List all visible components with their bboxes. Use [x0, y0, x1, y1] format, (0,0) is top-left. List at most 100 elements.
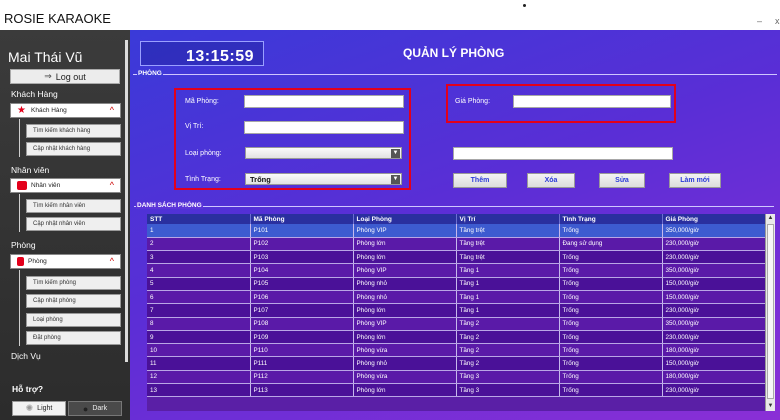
table-cell: Tầng 2 — [456, 343, 560, 358]
reset-button[interactable]: Làm mới — [669, 173, 721, 188]
sidebar-item-rooms[interactable]: Phòng ^ — [10, 254, 121, 269]
room-table-container: STT Mã Phòng Loại Phòng Vị Trí Tình Trạn… — [147, 214, 775, 411]
edit-button[interactable]: Sửa — [599, 173, 645, 188]
table-cell: Trống — [559, 330, 663, 345]
chevron-down-icon[interactable]: ▼ — [391, 149, 400, 158]
sidebar-item-update-rooms[interactable]: Cập nhật phòng — [26, 294, 121, 308]
minimize-button[interactable]: – — [757, 16, 762, 26]
table-cell: P103 — [250, 250, 354, 265]
sidebar-item-label: Phòng — [28, 258, 47, 265]
sidebar-item-room-types[interactable]: Loại phòng — [26, 313, 121, 327]
table-row[interactable]: 9 P109 Phòng lớn Tầng 2 Trống 230,000/giờ — [147, 330, 766, 345]
tree-line — [19, 194, 20, 232]
table-cell: 150,000/giờ — [662, 290, 766, 305]
column-header[interactable]: STT — [147, 214, 251, 224]
sidebar-item-search-rooms[interactable]: Tìm kiếm phòng — [26, 276, 121, 290]
table-row[interactable]: 7 P107 Phòng lớn Tầng 1 Trống 230,000/giờ — [147, 303, 766, 318]
clock-display: 13:15:59 — [140, 41, 264, 66]
table-cell: 2 — [147, 237, 251, 252]
column-header[interactable]: Giá Phòng — [662, 214, 766, 224]
table-header-row: STT Mã Phòng Loại Phòng Vị Trí Tình Trạn… — [147, 214, 766, 224]
add-button[interactable]: Thêm — [453, 173, 507, 188]
delete-button[interactable]: Xóa — [527, 173, 575, 188]
column-header[interactable]: Loại Phòng — [353, 214, 457, 224]
chevron-up-icon[interactable]: ^ — [110, 105, 114, 115]
camera-dot-icon — [523, 4, 526, 7]
status-value: Trống — [250, 175, 271, 184]
sidebar-item-search-staff[interactable]: Tìm kiếm nhân viên — [26, 199, 121, 213]
sidebar-item-search-customers[interactable]: Tìm kiếm khách hàng — [26, 124, 121, 138]
column-header[interactable]: Tình Trạng — [559, 214, 663, 224]
table-cell: Trống — [559, 356, 663, 371]
search-input[interactable] — [453, 147, 673, 160]
table-cell: Tầng 1 — [456, 263, 560, 278]
sidebar-item-book-room[interactable]: Đặt phòng — [26, 331, 121, 345]
table-cell: Phòng lớn — [353, 237, 457, 252]
section-title-services[interactable]: Dịch Vụ — [11, 351, 41, 361]
table-cell: Tầng 2 — [456, 330, 560, 345]
room-type-select[interactable]: ▼ — [245, 147, 402, 159]
table-cell: Phòng nhỏ — [353, 356, 457, 371]
status-select[interactable]: Trống ▼ — [245, 173, 402, 185]
table-row[interactable]: 1 P101 Phòng VIP Tầng trệt Trống 350,000/giờ — [147, 224, 766, 238]
scroll-up-icon[interactable]: ▲ — [766, 214, 775, 223]
section-title-staff: Nhân viên — [11, 165, 50, 175]
price-input[interactable] — [513, 95, 671, 108]
room-type-label: Loại phòng: — [185, 150, 222, 157]
logout-button[interactable]: ⇒ Log out — [10, 69, 120, 84]
help-link[interactable]: Hỗ trợ? — [12, 384, 43, 394]
chevron-down-icon[interactable]: ▼ — [391, 175, 400, 184]
scrollbar-thumb[interactable] — [767, 224, 774, 399]
table-cell: 4 — [147, 263, 251, 278]
sidebar-item-label: Khách Hàng — [31, 107, 67, 114]
chevron-up-icon[interactable]: ^ — [110, 180, 114, 190]
location-input[interactable] — [244, 121, 404, 134]
table-cell: 230,000/giờ — [662, 250, 766, 265]
table-row[interactable]: 8 P108 Phòng VIP Tầng 2 Trống 350,000/giờ — [147, 317, 766, 331]
sidebar-item-staff[interactable]: Nhân viên ^ — [10, 178, 121, 193]
room-form-legend: PHÒNG — [137, 70, 163, 77]
table-cell: P101 — [250, 224, 354, 238]
table-row[interactable]: 6 P106 Phòng nhỏ Tầng 1 Trống 150,000/giờ — [147, 290, 766, 305]
table-cell: Trống — [559, 317, 663, 331]
sidebar-item-update-staff[interactable]: Cập nhật nhân viên — [26, 217, 121, 231]
table-row[interactable]: 10 P110 Phòng vừa Tầng 2 Trống 180,000/giờ — [147, 343, 766, 358]
chevron-up-icon[interactable]: ^ — [110, 256, 114, 266]
table-row[interactable]: 3 P103 Phòng lớn Tầng trệt Trống 230,000/giờ — [147, 250, 766, 265]
scroll-down-icon[interactable]: ▼ — [766, 402, 775, 411]
column-header[interactable]: Mã Phòng — [250, 214, 354, 224]
table-row[interactable]: 13 P113 Phòng lớn Tầng 3 Trống 230,000/giờ — [147, 383, 766, 398]
section-title-rooms: Phòng — [11, 240, 36, 250]
table-row[interactable]: 11 P111 Phòng nhỏ Tầng 2 Trống 150,000/giờ — [147, 356, 766, 371]
table-cell: 5 — [147, 277, 251, 291]
table-row[interactable]: 2 P102 Phòng lớn Tầng trệt Đang sử dụng 230,0… — [147, 237, 766, 252]
table-row[interactable]: 5 P105 Phòng nhỏ Tầng 1 Trống 150,000/giờ — [147, 277, 766, 291]
table-cell: 12 — [147, 370, 251, 385]
table-cell: Phòng VIP — [353, 263, 457, 278]
table-row[interactable]: 12 P112 Phòng vừa Tầng 3 Trống 180,000/giờ — [147, 370, 766, 385]
table-scrollbar[interactable]: ▲ ▼ — [765, 214, 775, 411]
table-cell: Trống — [559, 263, 663, 278]
table-cell: 1 — [147, 224, 251, 238]
table-cell: 150,000/giờ — [662, 277, 766, 291]
location-label: Vị Trí: — [185, 123, 204, 130]
theme-dark-button[interactable]: ● Dark — [68, 401, 122, 416]
room-code-input[interactable] — [244, 95, 404, 108]
close-button[interactable]: x — [775, 16, 780, 26]
sidebar-scrollbar[interactable] — [125, 40, 128, 362]
table-cell: P102 — [250, 237, 354, 252]
column-header[interactable]: Vị Trí — [456, 214, 560, 224]
theme-light-button[interactable]: ✺ Light — [12, 401, 66, 416]
sidebar-item-update-customers[interactable]: Cập nhật khách hàng — [26, 142, 121, 156]
table-cell: 8 — [147, 317, 251, 331]
table-cell: Phòng lớn — [353, 303, 457, 318]
tree-line — [19, 119, 20, 157]
table-cell: 6 — [147, 290, 251, 305]
table-cell: P106 — [250, 290, 354, 305]
table-cell: 230,000/giờ — [662, 383, 766, 398]
table-row[interactable]: 4 P104 Phòng VIP Tầng 1 Trống 350,000/giờ — [147, 263, 766, 278]
clock-time: 13:15:59 — [186, 48, 255, 65]
sidebar-item-customers[interactable]: ★ Khách Hàng ^ — [10, 103, 121, 118]
table-cell: Trống — [559, 250, 663, 265]
table-cell: Tầng trệt — [456, 250, 560, 265]
